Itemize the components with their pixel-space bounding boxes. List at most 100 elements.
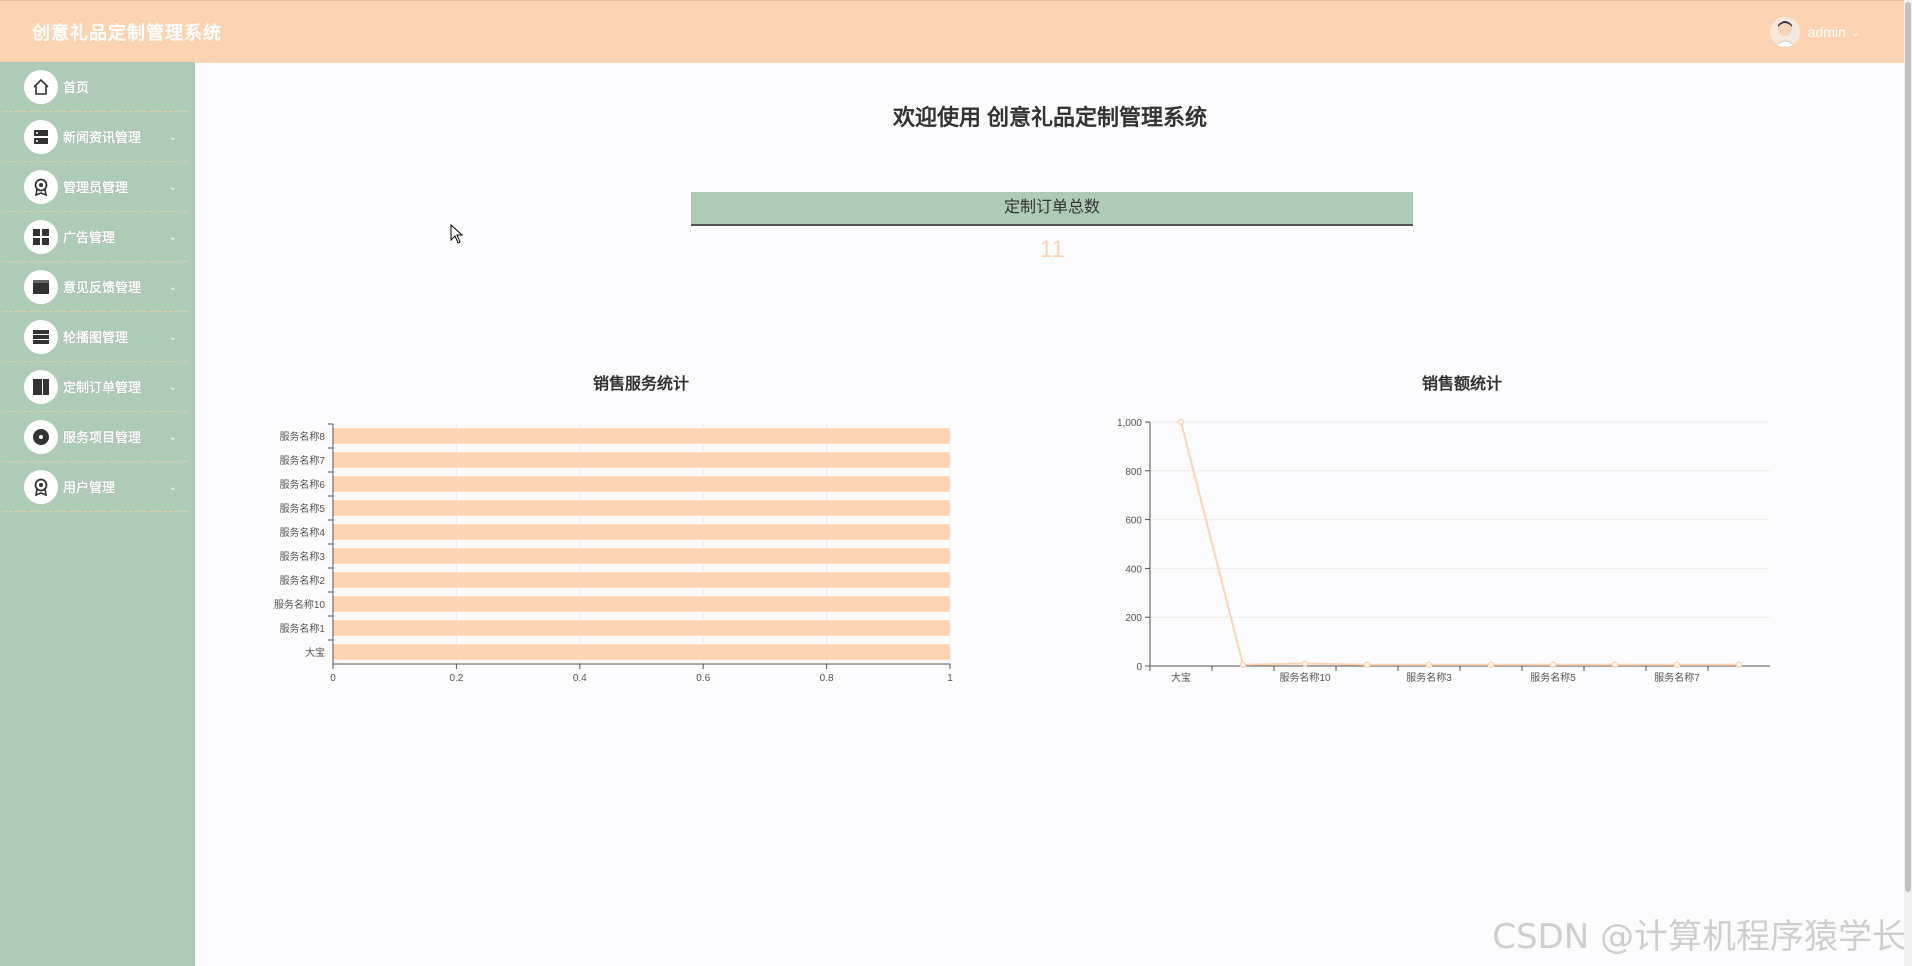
y-tick-label: 服务名称5: [279, 502, 325, 515]
sidebar-item-feedback[interactable]: 意见反馈管理 ⌄: [4, 262, 187, 312]
sidebar-item-label: 管理员管理: [63, 180, 129, 195]
bar: [333, 596, 950, 612]
sidebar-item-admin[interactable]: 管理员管理 ⌄: [4, 162, 187, 212]
chevron-down-icon: ⌄: [1850, 26, 1860, 39]
sidebar-item-services[interactable]: 服务项目管理 ⌄: [4, 412, 187, 462]
bar: [333, 572, 950, 588]
watermark: CSDN @计算机程序猿学长: [1492, 917, 1906, 957]
y-tick-label: 1,000: [1117, 418, 1142, 429]
chevron-down-icon: ⌄: [168, 232, 177, 243]
y-tick-label: 服务名称6: [279, 478, 325, 491]
bar: [333, 524, 950, 540]
y-tick-label: 0: [1136, 662, 1142, 673]
scrollbar-thumb[interactable]: [1905, 2, 1911, 892]
badge-icon: [24, 169, 58, 204]
sidebar-item-label: 新闻资讯管理: [63, 130, 142, 145]
sidebar-item-label: 意见反馈管理: [63, 280, 142, 295]
chevron-down-icon: ⌄: [168, 182, 177, 193]
y-tick-label: 800: [1125, 467, 1142, 478]
y-tick-label: 服务名称1: [279, 622, 325, 635]
bar-chart: 0 0.2 0.4 0.6 0.8 1 服务名称8 服务名称7 服务名称6 服务名称5 服务名称4 服…: [274, 423, 953, 684]
y-tick-label: 服务名称3: [279, 550, 325, 563]
line-chart: 0 200 400 600 800 1,000 大宝 服务名称10 服务名称3 服务名称5 服务名称…: [1117, 418, 1770, 684]
chevron-down-icon: ⌄: [168, 332, 177, 343]
bar: [333, 644, 950, 660]
sidebar-item-home[interactable]: 首页: [4, 62, 187, 112]
data-point: [1301, 660, 1309, 667]
bar: [333, 452, 950, 468]
y-tick-label: 服务名称2: [279, 574, 325, 587]
y-tick-label: 服务名称10: [274, 598, 326, 611]
x-tick-label: 1: [947, 673, 953, 684]
sidebar-item-label: 用户管理: [63, 480, 116, 495]
rows-icon: [24, 319, 58, 354]
bar-chart-title: 销售服务统计: [592, 376, 689, 393]
top-header-bar: 创意礼品定制管理系统 admin ⌄: [0, 0, 1904, 63]
x-tick-label: 服务名称5: [1530, 671, 1576, 684]
data-point: [1239, 661, 1247, 669]
disc-icon: [24, 419, 58, 454]
y-tick-label: 600: [1125, 516, 1142, 527]
x-tick-label: 0.2: [449, 673, 463, 684]
y-tick-label: 服务名称4: [279, 526, 325, 539]
data-point: [1177, 418, 1185, 426]
series-line: [1180, 421, 1739, 666]
order-count-label: 定制订单总数: [691, 192, 1413, 226]
sidebar-item-label: 首页: [63, 80, 90, 95]
sidebar-item-carousel[interactable]: 轮播图管理 ⌄: [4, 312, 187, 362]
y-tick-label: 大宝: [305, 646, 325, 659]
data-point: [1425, 661, 1433, 669]
user-menu[interactable]: admin ⌄: [1769, 17, 1860, 47]
badge-icon: [24, 469, 58, 504]
sidebar: 首页 新闻资讯管理 ⌄ 管理员管理 ⌄ 广告管理 ⌄ 意见反馈管理 ⌄ 轮播图管…: [0, 62, 195, 966]
x-tick-label: 0: [330, 673, 336, 684]
grid-icon: [24, 219, 58, 254]
server-icon: [24, 119, 58, 154]
home-icon: [24, 69, 58, 104]
sidebar-item-label: 轮播图管理: [63, 330, 129, 345]
scrollbar[interactable]: [1904, 0, 1912, 966]
x-tick-label: 服务名称7: [1654, 671, 1700, 684]
sidebar-item-news[interactable]: 新闻资讯管理 ⌄: [4, 112, 187, 162]
mouse-cursor-icon: [450, 223, 464, 249]
x-tick-label: 0.6: [696, 673, 710, 684]
x-tick-label: 大宝: [1171, 671, 1191, 684]
sidebar-item-orders[interactable]: 定制订单管理 ⌄: [4, 362, 187, 412]
username: admin: [1807, 24, 1846, 40]
sidebar-item-label: 服务项目管理: [63, 430, 142, 445]
sidebar-item-label: 广告管理: [63, 230, 116, 245]
data-point: [1673, 661, 1681, 669]
card-icon: [24, 269, 58, 304]
data-point: [1363, 661, 1371, 669]
chevron-down-icon: ⌄: [168, 132, 177, 143]
chevron-down-icon: ⌄: [168, 482, 177, 493]
avatar: [1769, 17, 1800, 47]
y-tick-label: 400: [1125, 564, 1142, 575]
line-chart-title: 销售额统计: [1421, 376, 1502, 393]
x-tick-label: 0.4: [573, 673, 587, 684]
x-tick-label: 0.8: [820, 673, 834, 684]
data-point: [1549, 661, 1557, 669]
chevron-down-icon: ⌄: [168, 432, 177, 443]
y-tick-label: 200: [1125, 613, 1142, 624]
sidebar-item-label: 定制订单管理: [63, 380, 142, 395]
sidebar-item-ads[interactable]: 广告管理 ⌄: [4, 212, 187, 262]
chevron-down-icon: ⌄: [168, 382, 177, 393]
bar: [333, 428, 950, 444]
bar: [333, 548, 950, 564]
chevron-down-icon: ⌄: [168, 282, 177, 293]
x-tick-label: 服务名称10: [1279, 671, 1331, 684]
sidebar-item-users[interactable]: 用户管理 ⌄: [4, 462, 187, 512]
app-title: 创意礼品定制管理系统: [32, 23, 222, 43]
y-tick-label: 服务名称7: [279, 454, 325, 467]
x-tick-label: 服务名称3: [1406, 671, 1452, 684]
bar: [333, 476, 950, 492]
y-tick-label: 服务名称8: [279, 430, 325, 443]
data-point: [1735, 661, 1743, 669]
data-point: [1611, 661, 1619, 669]
bar: [333, 500, 950, 516]
data-point: [1487, 661, 1495, 669]
order-count-value: 11: [1039, 236, 1065, 263]
columns-icon: [24, 369, 58, 404]
bar: [333, 620, 950, 636]
